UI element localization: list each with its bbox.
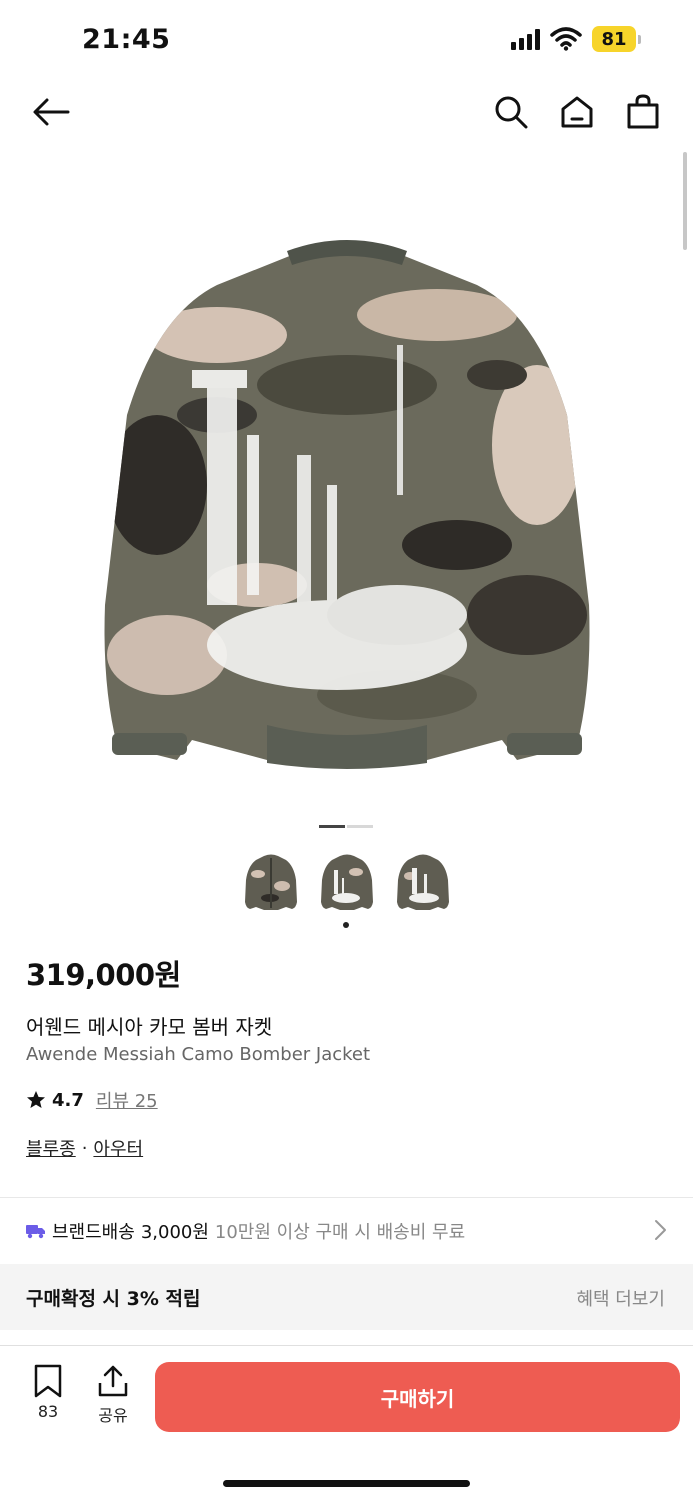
thumbnail-strip bbox=[244, 848, 450, 918]
thumbnail-2[interactable] bbox=[320, 848, 374, 918]
search-button[interactable] bbox=[491, 92, 531, 132]
bookmark-count: 83 bbox=[37, 1402, 59, 1421]
benefit-row: 구매확정 시 3% 적립 혜택 더보기 bbox=[0, 1264, 693, 1330]
star-icon bbox=[27, 1091, 45, 1108]
back-arrow-icon bbox=[33, 98, 70, 126]
shipping-label: 브랜드배송 bbox=[52, 1222, 135, 1243]
product-image-carousel[interactable] bbox=[0, 150, 693, 810]
pager-segment-2 bbox=[347, 825, 373, 828]
buy-button[interactable]: 구매하기 bbox=[155, 1362, 680, 1432]
benefit-more-link[interactable]: 혜택 더보기 bbox=[576, 1285, 665, 1311]
share-icon bbox=[98, 1365, 128, 1397]
benefit-text: 구매확정 시 3% 적립 bbox=[26, 1288, 201, 1310]
home-icon bbox=[561, 96, 593, 128]
product-image bbox=[104, 240, 589, 769]
truck-icon bbox=[26, 1225, 45, 1239]
battery-cap bbox=[638, 34, 641, 44]
bookmark-icon bbox=[34, 1364, 62, 1398]
category-link-outer[interactable]: 아우터 bbox=[93, 1135, 143, 1161]
wifi-icon bbox=[550, 27, 582, 51]
chevron-right-icon bbox=[655, 1220, 666, 1240]
home-indicator[interactable] bbox=[223, 1480, 470, 1487]
status-time: 21:45 bbox=[82, 24, 171, 55]
category-separator: · bbox=[81, 1137, 88, 1159]
battery-level: 81 bbox=[592, 26, 636, 52]
share-label: 공유 bbox=[98, 1406, 128, 1425]
back-button[interactable] bbox=[30, 92, 72, 132]
shipping-info-row[interactable]: 브랜드배송 3,000원 10만원 이상 구매 시 배송비 무료 bbox=[26, 1217, 671, 1245]
share-button[interactable]: 공유 bbox=[88, 1364, 138, 1426]
product-price: 319,000원 bbox=[26, 958, 181, 992]
rating-value: 4.7 bbox=[52, 1089, 84, 1111]
bookmark-button[interactable]: 83 bbox=[23, 1364, 73, 1421]
nav-bar bbox=[0, 80, 693, 144]
thumbnail-image-back bbox=[321, 854, 373, 910]
status-icons: 81 bbox=[511, 26, 641, 52]
rating-row: 4.7 리뷰 25 bbox=[26, 1087, 158, 1113]
status-bar: 21:45 81 bbox=[0, 0, 693, 80]
shopping-bag-icon bbox=[627, 94, 659, 129]
thumbnail-1[interactable] bbox=[244, 848, 298, 918]
shipping-note: 10만원 이상 구매 시 배송비 무료 bbox=[214, 1222, 466, 1243]
category-breadcrumb: 블루종 · 아우터 bbox=[26, 1135, 143, 1161]
cellular-signal-icon bbox=[511, 28, 540, 50]
shipping-price: 3,000원 bbox=[140, 1222, 209, 1243]
battery-indicator: 81 bbox=[592, 26, 641, 52]
pager-segment-1 bbox=[319, 825, 345, 828]
section-divider bbox=[0, 1197, 693, 1198]
product-name-english: Awende Messiah Camo Bomber Jacket bbox=[26, 1044, 371, 1065]
category-link-blouson[interactable]: 블루종 bbox=[26, 1135, 76, 1161]
search-icon bbox=[495, 96, 528, 129]
thumbnail-3[interactable] bbox=[396, 848, 450, 918]
review-link[interactable]: 리뷰 25 bbox=[96, 1087, 158, 1113]
bottom-action-bar: 83 공유 구매하기 bbox=[0, 1345, 693, 1500]
image-pager bbox=[319, 825, 373, 828]
selected-thumbnail-dot bbox=[343, 922, 349, 928]
product-name-korean: 어웬드 메시아 카모 봄버 자켓 bbox=[26, 1015, 273, 1039]
home-button[interactable] bbox=[557, 92, 597, 132]
thumbnail-image-front bbox=[245, 854, 297, 910]
nav-actions bbox=[491, 92, 663, 132]
cart-button[interactable] bbox=[623, 92, 663, 132]
thumbnail-image-detail bbox=[397, 854, 449, 910]
